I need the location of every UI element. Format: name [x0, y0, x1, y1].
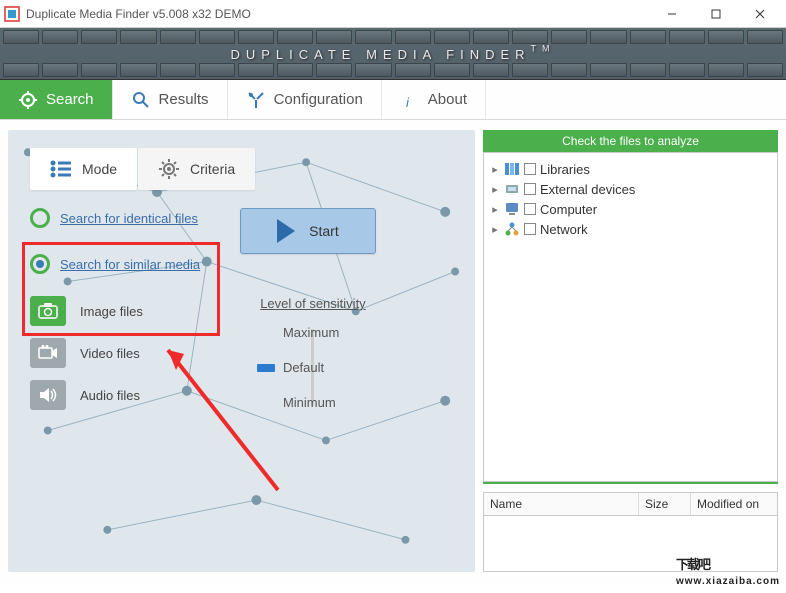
checkbox-computer[interactable]: [524, 203, 536, 215]
subtab-mode-label: Mode: [82, 161, 117, 177]
media-image-label: Image files: [80, 304, 143, 319]
play-icon: [277, 219, 295, 243]
expand-icon[interactable]: ▸: [490, 163, 500, 176]
tab-configuration[interactable]: Configuration: [228, 80, 382, 119]
left-panel: Mode Criteria Search for identical files: [8, 130, 475, 572]
maximize-button[interactable]: [694, 0, 738, 28]
checkbox-libraries[interactable]: [524, 163, 536, 175]
checkbox-network[interactable]: [524, 223, 536, 235]
main-tab-bar: Search Results Configuration i About: [0, 80, 786, 120]
media-audio-label: Audio files: [80, 388, 140, 403]
tab-results-label: Results: [159, 91, 209, 108]
tab-results[interactable]: Results: [113, 80, 228, 119]
expand-icon[interactable]: ▸: [490, 223, 500, 236]
tab-about[interactable]: i About: [382, 80, 486, 119]
results-list[interactable]: [483, 515, 778, 572]
tools-icon: [246, 90, 266, 110]
subtab-criteria[interactable]: Criteria: [138, 148, 255, 190]
mode-similar-label: Search for similar media: [60, 257, 200, 272]
results-header: Name Size Modified on: [483, 492, 778, 515]
app-banner: DUPLICATE MEDIA FINDERTM: [0, 28, 786, 80]
tree-libraries-label: Libraries: [540, 162, 590, 177]
start-button[interactable]: Start: [240, 208, 376, 254]
tree-network-label: Network: [540, 222, 588, 237]
subtab-mode[interactable]: Mode: [30, 148, 137, 190]
window-title: Duplicate Media Finder v5.008 x32 DEMO: [26, 7, 650, 21]
mode-similar[interactable]: Search for similar media: [30, 254, 200, 274]
sens-default-label: Default: [283, 360, 343, 375]
media-video-label: Video files: [80, 346, 140, 361]
tree-external[interactable]: ▸ External devices: [488, 179, 773, 199]
col-modified[interactable]: Modified on: [691, 493, 777, 515]
network-icon: [504, 221, 520, 237]
file-tree[interactable]: ▸ Libraries ▸ External devices ▸ Compute…: [483, 152, 778, 482]
close-button[interactable]: [738, 0, 782, 28]
tree-computer[interactable]: ▸ Computer: [488, 199, 773, 219]
tab-search-label: Search: [46, 91, 94, 108]
svg-text:i: i: [406, 95, 410, 110]
tab-config-label: Configuration: [274, 91, 363, 108]
info-icon: i: [400, 90, 420, 110]
sensitivity-slider[interactable]: Maximum Default Minimum: [283, 321, 343, 414]
search-gear-icon: [18, 90, 38, 110]
gear-icon: [158, 158, 180, 180]
tab-search[interactable]: Search: [0, 80, 113, 119]
expand-icon[interactable]: ▸: [490, 183, 500, 196]
tree-network[interactable]: ▸ Network: [488, 219, 773, 239]
expand-icon[interactable]: ▸: [490, 203, 500, 216]
magnifier-icon: [131, 90, 151, 110]
tree-libraries[interactable]: ▸ Libraries: [488, 159, 773, 179]
sub-tab-bar: Mode Criteria: [30, 148, 453, 190]
audio-icon: [30, 380, 66, 410]
list-icon: [50, 158, 72, 180]
start-label: Start: [309, 223, 339, 239]
slider-thumb[interactable]: [257, 364, 275, 372]
mode-identical[interactable]: Search for identical files: [30, 208, 200, 228]
tree-external-label: External devices: [540, 182, 635, 197]
analyze-header: Check the files to analyze: [483, 130, 778, 152]
app-icon: [4, 6, 20, 22]
tree-computer-label: Computer: [540, 202, 597, 217]
checkbox-external[interactable]: [524, 183, 536, 195]
mode-identical-label: Search for identical files: [60, 211, 198, 226]
col-name[interactable]: Name: [484, 493, 639, 515]
media-type-list: Image files Video files Audio files: [30, 296, 143, 414]
media-video[interactable]: Video files: [30, 338, 143, 368]
subtab-criteria-label: Criteria: [190, 161, 235, 177]
external-icon: [504, 181, 520, 197]
banner-title: DUPLICATE MEDIA FINDERTM: [230, 42, 555, 65]
radio-similar[interactable]: [30, 254, 50, 274]
computer-icon: [504, 201, 520, 217]
content-area: Mode Criteria Search for identical files: [0, 120, 786, 582]
radio-identical[interactable]: [30, 208, 50, 228]
media-image[interactable]: Image files: [30, 296, 143, 326]
col-size[interactable]: Size: [639, 493, 691, 515]
sensitivity-panel: Level of sensitivity Maximum Default Min…: [173, 296, 453, 414]
titlebar: Duplicate Media Finder v5.008 x32 DEMO: [0, 0, 786, 28]
mode-option-list: Search for identical files Search for si…: [30, 208, 200, 274]
sensitivity-title: Level of sensitivity: [260, 296, 366, 311]
minimize-button[interactable]: [650, 0, 694, 28]
camera-icon: [30, 296, 66, 326]
media-audio[interactable]: Audio files: [30, 380, 143, 410]
libraries-icon: [504, 161, 520, 177]
sens-max-label: Maximum: [283, 325, 343, 340]
right-panel: Check the files to analyze ▸ Libraries ▸…: [483, 130, 778, 572]
video-icon: [30, 338, 66, 368]
sens-min-label: Minimum: [283, 395, 343, 410]
tab-about-label: About: [428, 91, 467, 108]
